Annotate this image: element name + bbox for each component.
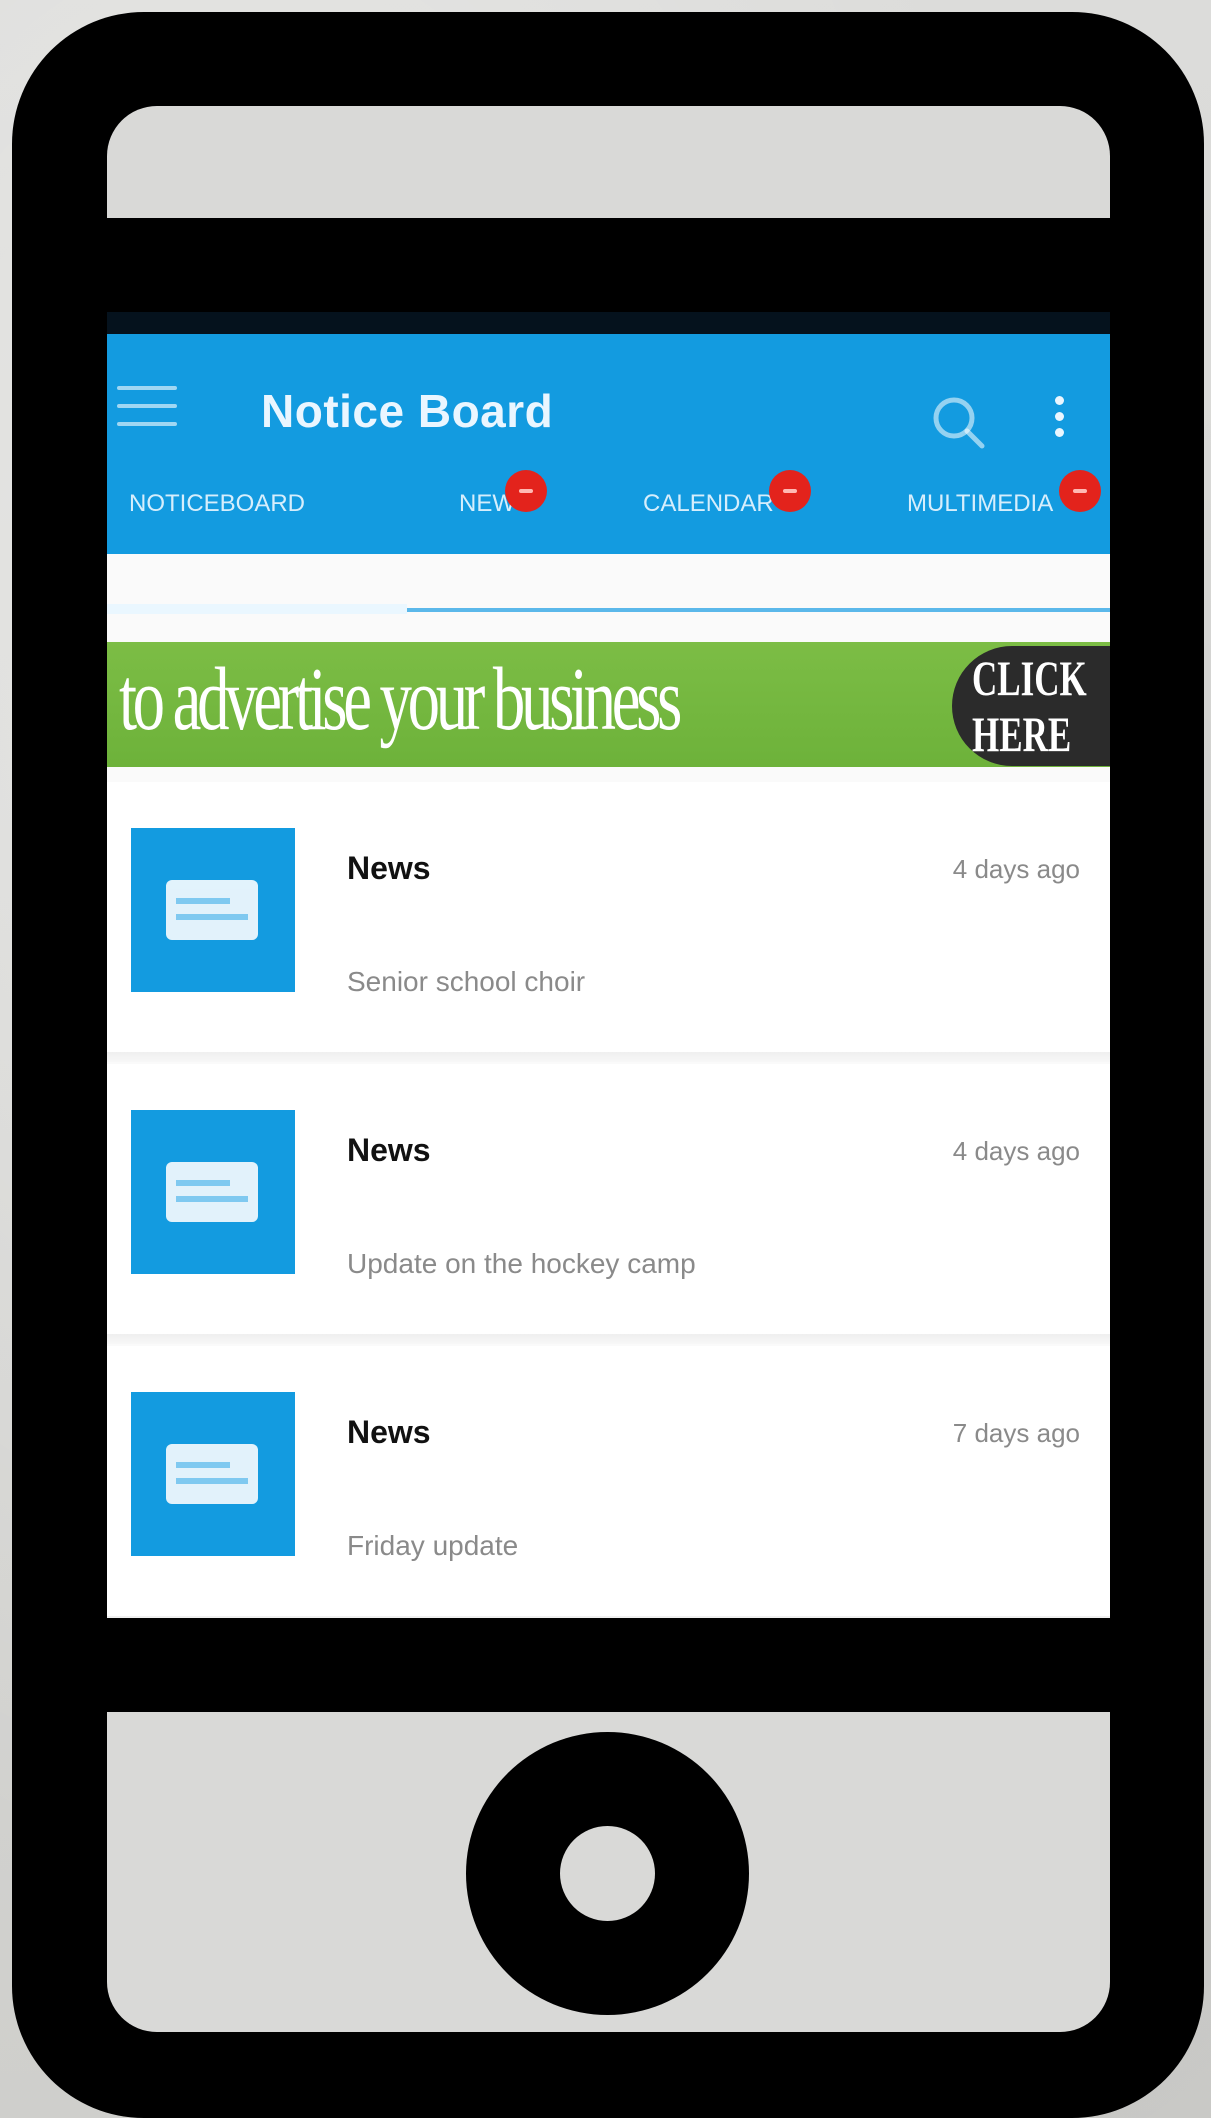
- home-button[interactable]: [466, 1732, 749, 2015]
- item-snippet: Update on the hockey camp: [347, 1248, 696, 1279]
- more-vert-icon[interactable]: [1051, 396, 1067, 446]
- tab-bar: NOTICEBOARD NEWS CALENDAR MULTIMEDIA: [107, 454, 1110, 554]
- status-bar: [107, 312, 1110, 334]
- tab-noticeboard[interactable]: NOTICEBOARD: [129, 454, 305, 554]
- item-snippet: Senior school choir: [347, 966, 586, 997]
- ad-cta-button[interactable]: CLICK HERE: [952, 646, 1110, 766]
- document-icon: [166, 1162, 258, 1222]
- app-title: Notice Board: [261, 385, 554, 437]
- phone-screen: Notice Board NOTICEBOARD NEWS CALENDAR M…: [107, 312, 1110, 1618]
- item-thumbnail: [131, 828, 295, 992]
- item-thumbnail: [131, 1110, 295, 1274]
- tab-label: MULTIMEDIA: [907, 490, 1054, 517]
- tab-news-badge: [505, 470, 547, 512]
- app-bar: Notice Board: [107, 334, 1110, 454]
- tab-calendar[interactable]: CALENDAR: [643, 454, 774, 554]
- ad-text: to advertise your business: [119, 650, 682, 749]
- ad-cta-label: CLICK HERE: [972, 650, 1087, 762]
- document-icon: [166, 880, 258, 940]
- tab-divider: [407, 608, 1110, 612]
- tab-calendar-badge: [769, 470, 811, 512]
- item-thumbnail: [131, 1392, 295, 1556]
- tab-multimedia[interactable]: MULTIMEDIA: [907, 454, 1053, 554]
- search-icon[interactable]: [930, 394, 990, 454]
- tab-label: NOTICEBOARD: [129, 490, 306, 517]
- hamburger-icon[interactable]: [117, 386, 177, 430]
- item-time: 4 days ago: [952, 854, 1080, 884]
- list-item[interactable]: News 4 days ago Update on the hockey cam…: [107, 1064, 1110, 1344]
- list-item[interactable]: News 4 days ago Senior school choir: [107, 782, 1110, 1062]
- item-time: 4 days ago: [952, 1136, 1080, 1166]
- phone-top-bezel: [107, 106, 1110, 218]
- active-tab-indicator: [107, 604, 407, 614]
- item-title: News: [347, 1414, 431, 1450]
- item-title: News: [347, 850, 431, 886]
- item-time: 7 days ago: [952, 1418, 1080, 1448]
- tab-label: CALENDAR: [643, 490, 774, 517]
- home-button-center: [560, 1826, 655, 1921]
- document-icon: [166, 1444, 258, 1504]
- tab-multimedia-badge: [1059, 470, 1101, 512]
- ad-banner[interactable]: to advertise your business CLICK HERE: [107, 642, 1110, 767]
- item-snippet: Friday update: [347, 1530, 519, 1561]
- list-item[interactable]: News 7 days ago Friday update: [107, 1346, 1110, 1618]
- item-title: News: [347, 1132, 431, 1168]
